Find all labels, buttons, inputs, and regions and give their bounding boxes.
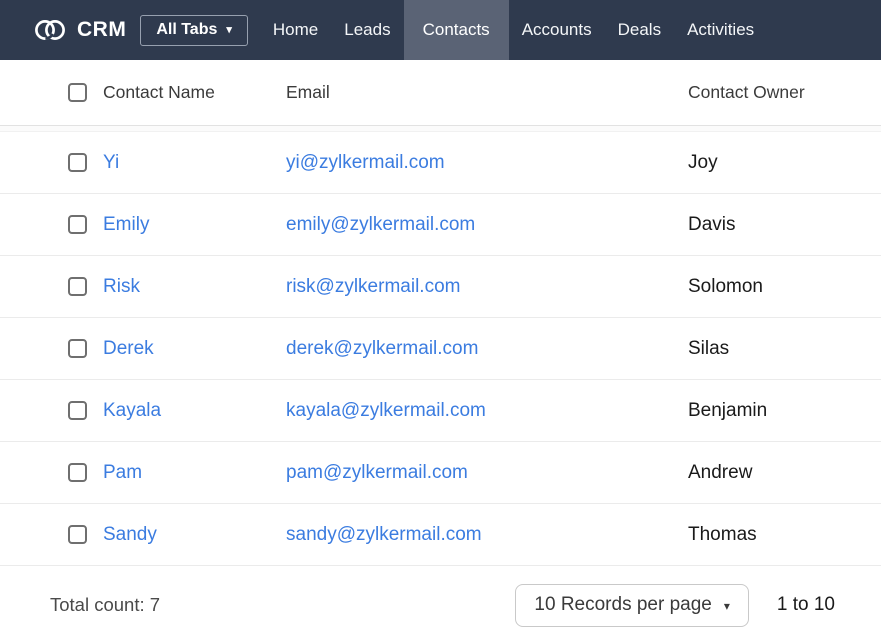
tab-activities[interactable]: Activities	[674, 0, 767, 60]
row-checkbox[interactable]	[68, 401, 87, 420]
table-row[interactable]: Emily emily@zylkermail.com Davis	[0, 194, 881, 256]
contact-email-link[interactable]: derek@zylkermail.com	[286, 338, 478, 360]
select-all-checkbox[interactable]	[68, 83, 87, 102]
row-checkbox[interactable]	[68, 339, 87, 358]
contact-name-link[interactable]: Sandy	[103, 524, 157, 546]
table-row[interactable]: Derek derek@zylkermail.com Silas	[0, 318, 881, 380]
contacts-list: Yi yi@zylkermail.com Joy Emily emily@zyl…	[0, 132, 881, 566]
contact-owner: Andrew	[688, 462, 871, 484]
contact-name-link[interactable]: Kayala	[103, 400, 161, 422]
chevron-down-icon: ▾	[226, 25, 232, 36]
brand-name: CRM	[77, 18, 126, 42]
contact-name-link[interactable]: Emily	[103, 214, 149, 236]
row-checkbox[interactable]	[68, 215, 87, 234]
contact-owner: Solomon	[688, 276, 871, 298]
page-range: 1 to 10	[777, 594, 835, 616]
contact-name-link[interactable]: Risk	[103, 276, 140, 298]
tab-accounts[interactable]: Accounts	[509, 0, 605, 60]
contact-email-link[interactable]: risk@zylkermail.com	[286, 276, 460, 298]
contact-email-link[interactable]: emily@zylkermail.com	[286, 214, 475, 236]
row-checkbox[interactable]	[68, 463, 87, 482]
table-row[interactable]: Yi yi@zylkermail.com Joy	[0, 132, 881, 194]
contact-owner: Silas	[688, 338, 871, 360]
total-count: Total count: 7	[50, 594, 160, 616]
records-per-page-dropdown[interactable]: 10 Records per page ▾	[515, 584, 748, 627]
all-tabs-label: All Tabs	[156, 21, 217, 39]
records-per-page-label: 10 Records per page	[534, 594, 711, 616]
contact-owner: Benjamin	[688, 400, 871, 422]
table-row[interactable]: Pam pam@zylkermail.com Andrew	[0, 442, 881, 504]
contact-owner: Davis	[688, 214, 871, 236]
contact-owner: Joy	[688, 152, 871, 174]
top-navbar: CRM All Tabs ▾ Home Leads Contacts Accou…	[0, 0, 881, 60]
brand: CRM	[0, 0, 126, 60]
chevron-down-icon: ▾	[724, 600, 730, 612]
tab-leads[interactable]: Leads	[331, 0, 403, 60]
contact-email-link[interactable]: pam@zylkermail.com	[286, 462, 468, 484]
list-footer: Total count: 7 10 Records per page ▾ 1 t…	[0, 566, 881, 644]
row-checkbox[interactable]	[68, 153, 87, 172]
tab-deals[interactable]: Deals	[605, 0, 674, 60]
contact-email-link[interactable]: yi@zylkermail.com	[286, 152, 445, 174]
column-header-contact-name: Contact Name	[103, 82, 270, 103]
tab-home[interactable]: Home	[260, 0, 331, 60]
nav-tabs: Home Leads Contacts Accounts Deals Activ…	[260, 0, 767, 60]
crm-logo-icon	[33, 16, 67, 44]
contact-email-link[interactable]: sandy@zylkermail.com	[286, 524, 482, 546]
contact-email-link[interactable]: kayala@zylkermail.com	[286, 400, 486, 422]
table-header: Contact Name Email Contact Owner	[0, 60, 881, 126]
column-header-contact-owner: Contact Owner	[688, 82, 871, 103]
table-row[interactable]: Sandy sandy@zylkermail.com Thomas	[0, 504, 881, 566]
tab-contacts[interactable]: Contacts	[404, 0, 509, 60]
row-checkbox[interactable]	[68, 277, 87, 296]
all-tabs-button[interactable]: All Tabs ▾	[140, 15, 248, 46]
row-checkbox[interactable]	[68, 525, 87, 544]
contact-name-link[interactable]: Yi	[103, 152, 119, 174]
contact-name-link[interactable]: Pam	[103, 462, 142, 484]
column-header-email: Email	[286, 82, 672, 103]
table-row[interactable]: Kayala kayala@zylkermail.com Benjamin	[0, 380, 881, 442]
table-row[interactable]: Risk risk@zylkermail.com Solomon	[0, 256, 881, 318]
contact-owner: Thomas	[688, 524, 871, 546]
contact-name-link[interactable]: Derek	[103, 338, 154, 360]
